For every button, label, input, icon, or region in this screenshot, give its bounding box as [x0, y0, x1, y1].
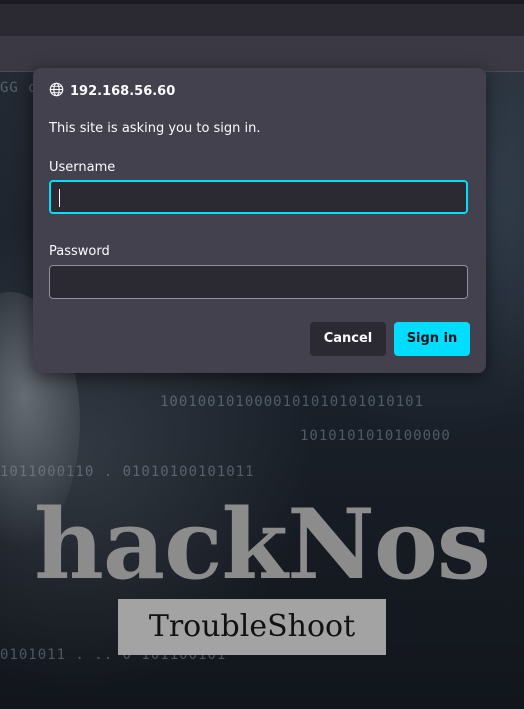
- tab-strip: [0, 0, 524, 4]
- code-background-row: 1001001010000101010101010101: [160, 394, 425, 410]
- code-background-row: 1010101010100000: [300, 428, 451, 444]
- host-address: 192.168.56.60: [70, 83, 176, 99]
- globe-icon: [49, 82, 70, 101]
- dialog-message: This site is asking you to sign in.: [49, 121, 261, 136]
- code-background-row: 1011000110 . 01010100101011: [0, 464, 255, 480]
- password-label: Password: [49, 244, 110, 259]
- username-label: Username: [49, 160, 116, 175]
- username-field[interactable]: [49, 180, 468, 214]
- password-field[interactable]: [49, 265, 468, 299]
- hacknos-logo: hackNos: [34, 488, 491, 601]
- auth-dialog: 192.168.56.60 This site is asking you to…: [33, 68, 486, 373]
- browser-tab-bar: [0, 0, 524, 37]
- dialog-host: 192.168.56.60: [49, 82, 175, 100]
- text-caret: [59, 189, 60, 207]
- browser-toolbar: [0, 37, 524, 72]
- troubleshoot-banner: TroubleShoot: [118, 599, 386, 655]
- cancel-button[interactable]: Cancel: [310, 322, 386, 356]
- sign-in-button[interactable]: Sign in: [394, 322, 470, 356]
